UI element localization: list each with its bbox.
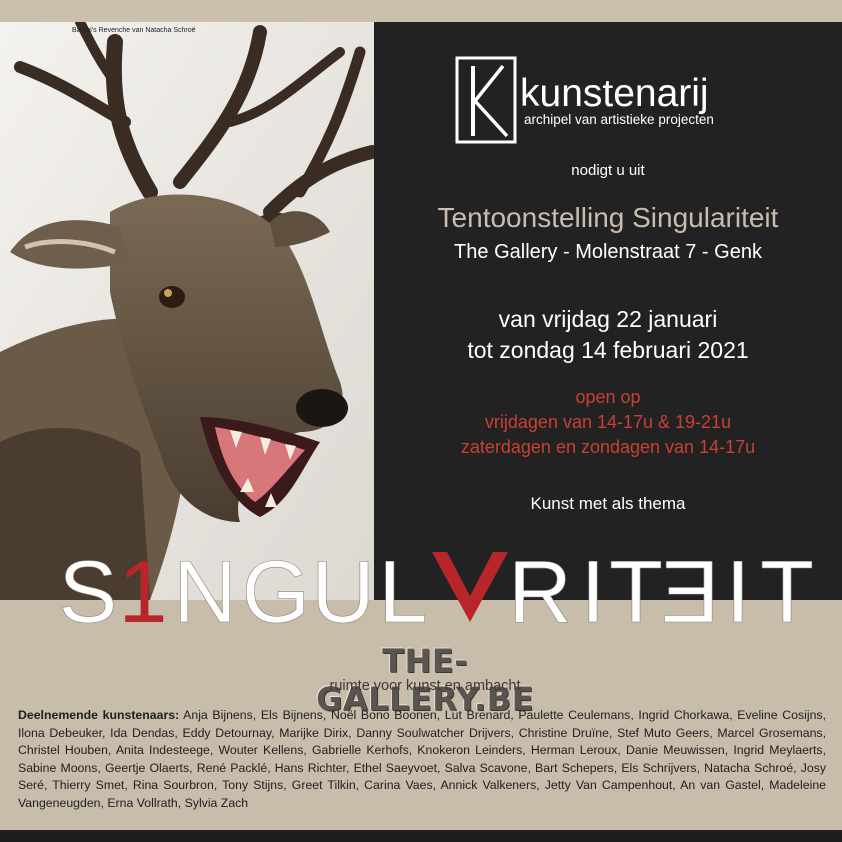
artists-list: Deelnemende kunstenaars: Anja Bijnens, E… <box>18 707 826 813</box>
wordmark-letter: U <box>311 542 375 630</box>
top-strip <box>0 0 842 22</box>
artists-names: Anja Bijnens, Els Bijnens, Noël Bono Boo… <box>18 708 826 810</box>
invite-text: nodigt u uit <box>571 162 645 179</box>
wordmark-letter: R <box>508 542 572 630</box>
bottom-strip <box>0 830 842 842</box>
wordmark-letter: L <box>379 542 428 630</box>
website-tagline: ruimte voor kunst en ambacht <box>329 678 521 694</box>
opening-heading: open op <box>575 387 641 407</box>
deer-photo <box>0 22 374 600</box>
wordmark-letter: T <box>609 542 663 630</box>
wordmark-letter: S <box>59 542 118 630</box>
date-end: tot zondag 14 februari 2021 <box>467 337 749 363</box>
brand-name: kunstenarij <box>520 72 709 115</box>
wordmark-letter: I <box>726 542 750 630</box>
wordmark-letter: Ǝ <box>661 542 720 630</box>
photo-caption: Bambi's Revenche van Natacha Schroë <box>72 27 196 34</box>
date-start: van vrijdag 22 januari <box>498 306 718 332</box>
wordmark-letter: I <box>581 542 605 630</box>
artists-label: Deelnemende kunstenaars: <box>18 708 180 722</box>
venue-text: The Gallery - Molenstraat 7 - Genk <box>454 241 762 263</box>
wordmark-letter: 1 <box>119 542 168 630</box>
theme-text: Kunst met als thema <box>530 494 686 513</box>
opening-weekends: zaterdagen en zondagen van 14-17u <box>460 437 756 457</box>
opening-fridays: vrijdagen van 14-17u & 19-21u <box>484 412 732 432</box>
wordmark-letter: N <box>173 542 237 630</box>
wordmark-letter <box>432 552 508 622</box>
wordmark-letter: G <box>242 542 310 630</box>
brand-subtitle: archipel van artistieke projecten <box>524 112 714 127</box>
singulariteit-wordmark: S 1 N G U L R I TƎ I T <box>58 542 814 630</box>
k-logo-icon <box>455 56 517 144</box>
exhibition-title: Tentoonstelling Singulariteit <box>437 202 779 233</box>
wordmark-letter: T <box>760 542 814 630</box>
